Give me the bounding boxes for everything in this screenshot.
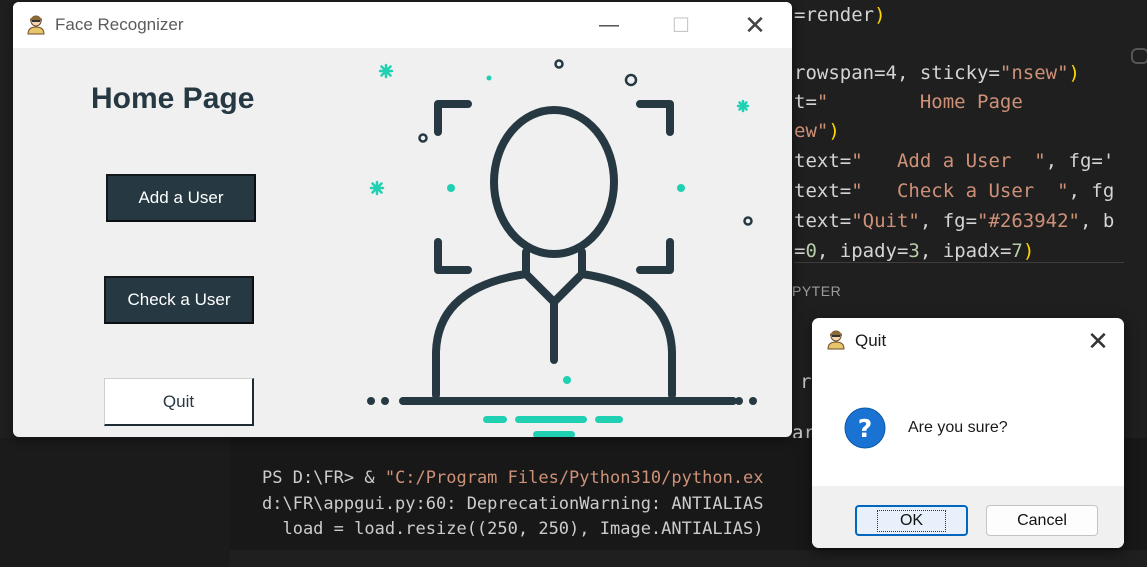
- cancel-button[interactable]: Cancel: [986, 505, 1098, 536]
- code-line: =render): [794, 4, 886, 26]
- page-heading: Home Page: [91, 82, 255, 115]
- dialog-title: Quit: [855, 331, 887, 350]
- code-line: text=" Add a User ", fg=': [794, 150, 1114, 172]
- minimize-button[interactable]: —: [587, 8, 631, 42]
- code-token: text=: [794, 150, 852, 172]
- code-token: ): [1068, 62, 1080, 84]
- code-token: text=: [794, 180, 852, 202]
- terminal-line-2: d:\FR\appgui.py:60: DeprecationWarning: …: [262, 494, 764, 514]
- code-token: ew": [794, 120, 829, 142]
- code-token: text=: [794, 210, 852, 232]
- terminal-prompt: PS D:\FR> &: [262, 468, 385, 488]
- svg-text:?: ?: [858, 414, 873, 443]
- code-token: ): [1022, 240, 1035, 262]
- code-token: " Home Page: [816, 91, 1023, 113]
- code-token: ): [874, 4, 886, 26]
- code-token: 3: [908, 240, 920, 262]
- code-token: , fg=: [919, 210, 978, 232]
- terminal-command: "C:/Program Files/Python310/python.ex: [384, 468, 764, 488]
- code-token: , ipadx=: [919, 240, 1012, 262]
- code-line: text=" Check a User ", fg: [794, 180, 1114, 202]
- quit-button[interactable]: Quit: [104, 378, 254, 426]
- scroll-marker: [1131, 48, 1147, 64]
- app-icon: [27, 15, 45, 35]
- code-token: " Check a User ": [851, 180, 1069, 202]
- ok-button[interactable]: OK: [855, 505, 968, 536]
- code-token: 7: [1011, 240, 1023, 262]
- code-line: text="Quit", fg="#263942", b: [794, 210, 1114, 232]
- code-token: "Quit": [851, 210, 920, 232]
- code-line: t=" Home Page: [794, 91, 1023, 113]
- check-user-button[interactable]: Check a User: [104, 276, 254, 324]
- code-line: rowspan=4, sticky="nsew"): [794, 62, 1080, 84]
- add-user-button[interactable]: Add a User: [106, 174, 256, 222]
- face-scan-person-icon: [367, 59, 757, 437]
- code-token: " Add a User ": [851, 150, 1046, 172]
- window-title: Face Recognizer: [55, 15, 184, 34]
- code-token: t=: [794, 91, 817, 113]
- code-line: ew"): [794, 120, 840, 142]
- maximize-button[interactable]: ☐: [659, 8, 703, 42]
- code-token: rowspan=4, sticky=: [794, 62, 1000, 84]
- question-icon: ?: [844, 407, 886, 449]
- code-token: ): [828, 120, 840, 142]
- partial-text-r: r: [800, 371, 812, 393]
- terminal-line-1: PS D:\FR> & "C:/Program Files/Python310/…: [262, 468, 764, 488]
- code-token: , ipady=: [816, 240, 909, 262]
- dialog-close-button[interactable]: ✕: [1078, 324, 1118, 358]
- panel-label: PYTER: [792, 283, 842, 299]
- app-icon: [827, 330, 845, 350]
- quit-dialog: Quit ✕ ? Are you sure? OK Cancel: [812, 318, 1124, 548]
- code-token: "nsew": [999, 62, 1069, 84]
- dialog-message: Are you sure?: [908, 419, 1008, 436]
- terminal-line-3: load = load.resize((250, 250), Image.ANT…: [262, 519, 764, 539]
- code-token: , b: [1080, 210, 1115, 232]
- code-token: , fg: [1068, 180, 1115, 202]
- face-recognizer-window: Face Recognizer — ☐ ✕ Home Page Add a Us…: [13, 2, 792, 437]
- code-token: , fg=': [1045, 150, 1115, 172]
- code-token: =: [794, 240, 806, 262]
- side-strip: [0, 438, 230, 567]
- ok-button-label: OK: [876, 509, 947, 532]
- code-line: =0, ipady=3, ipadx=7): [794, 240, 1034, 262]
- editor-divider: [794, 262, 1124, 263]
- title-bar[interactable]: Face Recognizer — ☐ ✕: [13, 2, 792, 48]
- code-token: =render: [794, 4, 875, 26]
- close-button[interactable]: ✕: [733, 8, 777, 42]
- code-token: "#263942": [977, 210, 1080, 232]
- code-token: 0: [805, 240, 817, 262]
